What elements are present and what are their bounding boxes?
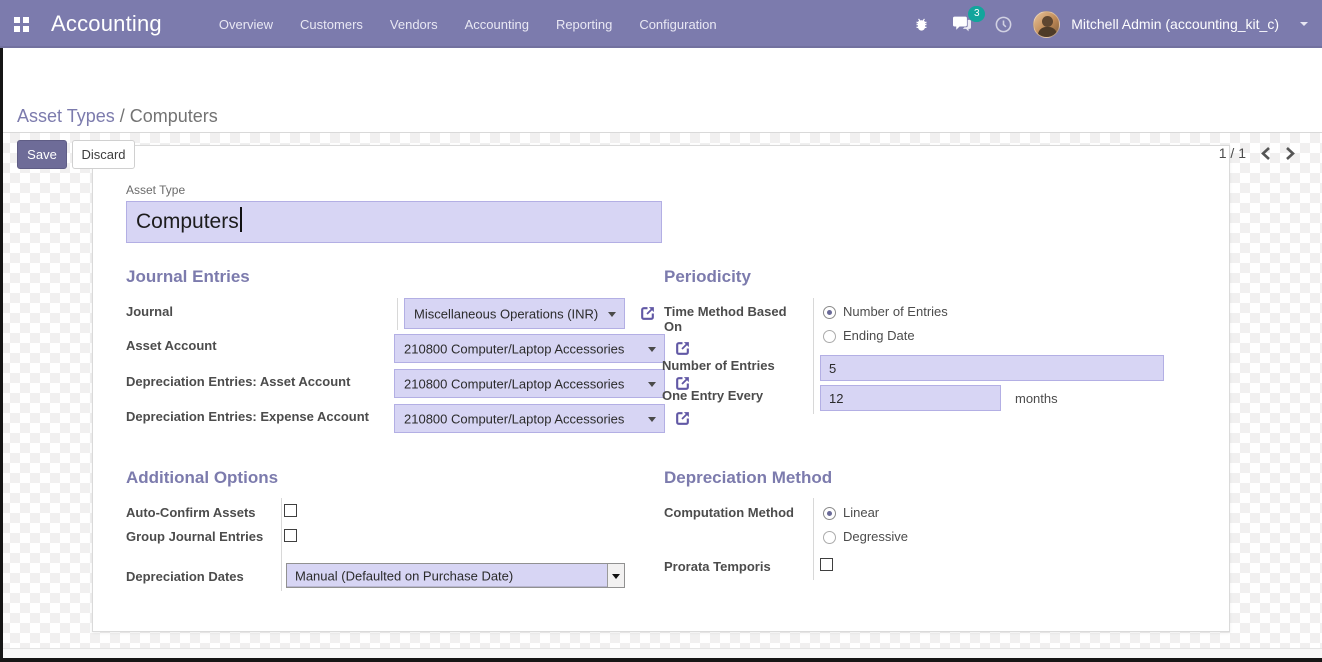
- asset-type-input[interactable]: Computers: [126, 201, 662, 243]
- group-journal-label: Group Journal Entries: [126, 529, 266, 544]
- asset-account-select[interactable]: 210800 Computer/Laptop Accessories: [394, 334, 665, 363]
- dropdown-button-icon: [607, 564, 624, 587]
- prorata-temporis-checkbox[interactable]: [820, 558, 833, 571]
- journal-select[interactable]: Miscellaneous Operations (INR): [404, 298, 625, 329]
- section-journal-entries: Journal Entries: [126, 267, 250, 287]
- section-depreciation-method: Depreciation Method: [664, 468, 832, 488]
- text-cursor: [240, 207, 242, 232]
- radio-linear[interactable]: [823, 507, 836, 520]
- radio-ending-date-label: Ending Date: [843, 328, 915, 343]
- main-menu: Overview Customers Vendors Accounting Re…: [219, 17, 717, 32]
- computation-method-label: Computation Method: [664, 505, 794, 520]
- number-of-entries-input[interactable]: [820, 355, 1164, 381]
- breadcrumb: Asset Types / Computers: [17, 106, 218, 127]
- chevron-down-icon: [1300, 22, 1308, 26]
- pager-next-icon[interactable]: [1285, 146, 1296, 161]
- message-count-badge: 3: [968, 6, 985, 22]
- left-edge: [0, 48, 3, 662]
- section-additional-options: Additional Options: [126, 468, 278, 488]
- menu-overview[interactable]: Overview: [219, 17, 273, 32]
- breadcrumb-asset-types[interactable]: Asset Types: [17, 106, 115, 126]
- dep-expense-account-label: Depreciation Entries: Expense Account: [126, 409, 369, 424]
- depreciation-dates-label: Depreciation Dates: [126, 569, 244, 584]
- radio-number-of-entries-label: Number of Entries: [843, 304, 948, 319]
- prorata-temporis-label: Prorata Temporis: [664, 559, 771, 574]
- dropdown-caret-icon: [648, 417, 656, 422]
- dropdown-caret-icon: [608, 312, 616, 317]
- radio-degressive[interactable]: [823, 531, 836, 544]
- journal-external-link-icon[interactable]: [639, 305, 656, 322]
- auto-confirm-label: Auto-Confirm Assets: [126, 505, 256, 520]
- top-navbar: Accounting Overview Customers Vendors Ac…: [0, 0, 1322, 48]
- dep-expense-account-external-link-icon[interactable]: [674, 410, 691, 427]
- depreciation-dates-select[interactable]: Manual (Defaulted on Purchase Date): [286, 563, 625, 588]
- radio-linear-label: Linear: [843, 505, 879, 520]
- pager-previous-icon[interactable]: [1260, 146, 1271, 161]
- time-method-label: Time Method Based On: [664, 304, 789, 334]
- separator-line: [813, 298, 814, 414]
- user-name: Mitchell Admin (accounting_kit_c): [1071, 16, 1279, 32]
- months-unit-label: months: [1015, 391, 1058, 406]
- separator-line: [397, 298, 398, 330]
- breadcrumb-separator: /: [115, 106, 130, 126]
- dep-asset-account-label: Depreciation Entries: Asset Account: [126, 374, 350, 389]
- bottom-edge: [0, 658, 1322, 662]
- app-name: Accounting: [51, 11, 162, 37]
- auto-confirm-checkbox[interactable]: [284, 504, 297, 517]
- radio-ending-date[interactable]: [823, 330, 836, 343]
- group-journal-checkbox[interactable]: [284, 529, 297, 542]
- dropdown-caret-icon: [648, 347, 656, 352]
- breadcrumb-current: Computers: [130, 106, 218, 126]
- menu-vendors[interactable]: Vendors: [390, 17, 438, 32]
- menu-customers[interactable]: Customers: [300, 17, 363, 32]
- discard-button[interactable]: Discard: [72, 140, 135, 169]
- dropdown-caret-icon: [648, 382, 656, 387]
- section-periodicity: Periodicity: [664, 267, 751, 287]
- debug-bug-icon[interactable]: [910, 13, 932, 35]
- dep-expense-account-select[interactable]: 210800 Computer/Laptop Accessories: [394, 404, 665, 433]
- asset-type-label: Asset Type: [126, 183, 185, 197]
- asset-account-label: Asset Account: [126, 338, 217, 353]
- activities-clock-icon[interactable]: [992, 13, 1014, 35]
- separator-line: [813, 498, 814, 580]
- bottom-strip: [0, 648, 1322, 658]
- pager: 1 / 1: [1219, 145, 1296, 161]
- separator-line: [281, 498, 282, 591]
- radio-degressive-label: Degressive: [843, 529, 908, 544]
- apps-grid-icon[interactable]: [14, 17, 29, 32]
- user-menu[interactable]: [1033, 13, 1060, 35]
- one-entry-every-input[interactable]: [820, 385, 1001, 411]
- dep-asset-account-external-link-icon[interactable]: [674, 375, 691, 392]
- dep-asset-account-select[interactable]: 210800 Computer/Laptop Accessories: [394, 369, 665, 398]
- radio-number-of-entries[interactable]: [823, 306, 836, 319]
- journal-label: Journal: [126, 304, 173, 319]
- avatar: [1033, 11, 1060, 38]
- pager-value: 1 / 1: [1219, 145, 1246, 161]
- menu-accounting[interactable]: Accounting: [465, 17, 529, 32]
- messages-icon[interactable]: 3: [951, 13, 973, 35]
- control-panel: Asset Types / Computers Save Discard 1 /…: [0, 48, 1322, 133]
- save-button[interactable]: Save: [17, 140, 67, 169]
- form-sheet: Asset Type Computers Journal Entries Jou…: [92, 145, 1230, 632]
- number-of-entries-label: Number of Entries: [662, 358, 775, 373]
- menu-configuration[interactable]: Configuration: [639, 17, 716, 32]
- menu-reporting[interactable]: Reporting: [556, 17, 612, 32]
- asset-account-external-link-icon[interactable]: [674, 340, 691, 357]
